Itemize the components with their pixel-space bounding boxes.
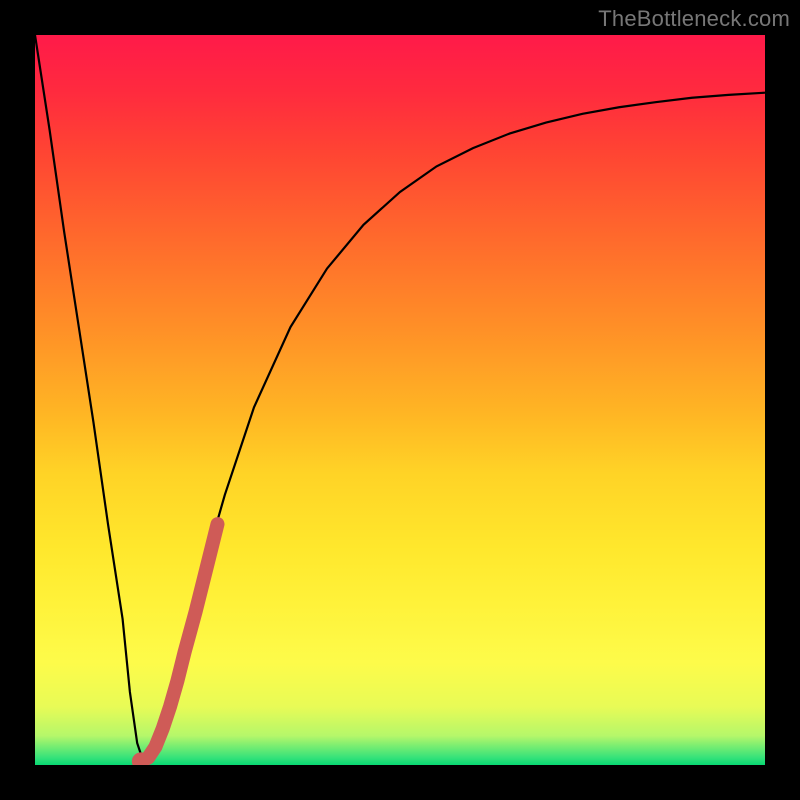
chart-frame: TheBottleneck.com [0,0,800,800]
plot-background-gradient [35,35,765,765]
watermark-text: TheBottleneck.com [598,6,790,32]
